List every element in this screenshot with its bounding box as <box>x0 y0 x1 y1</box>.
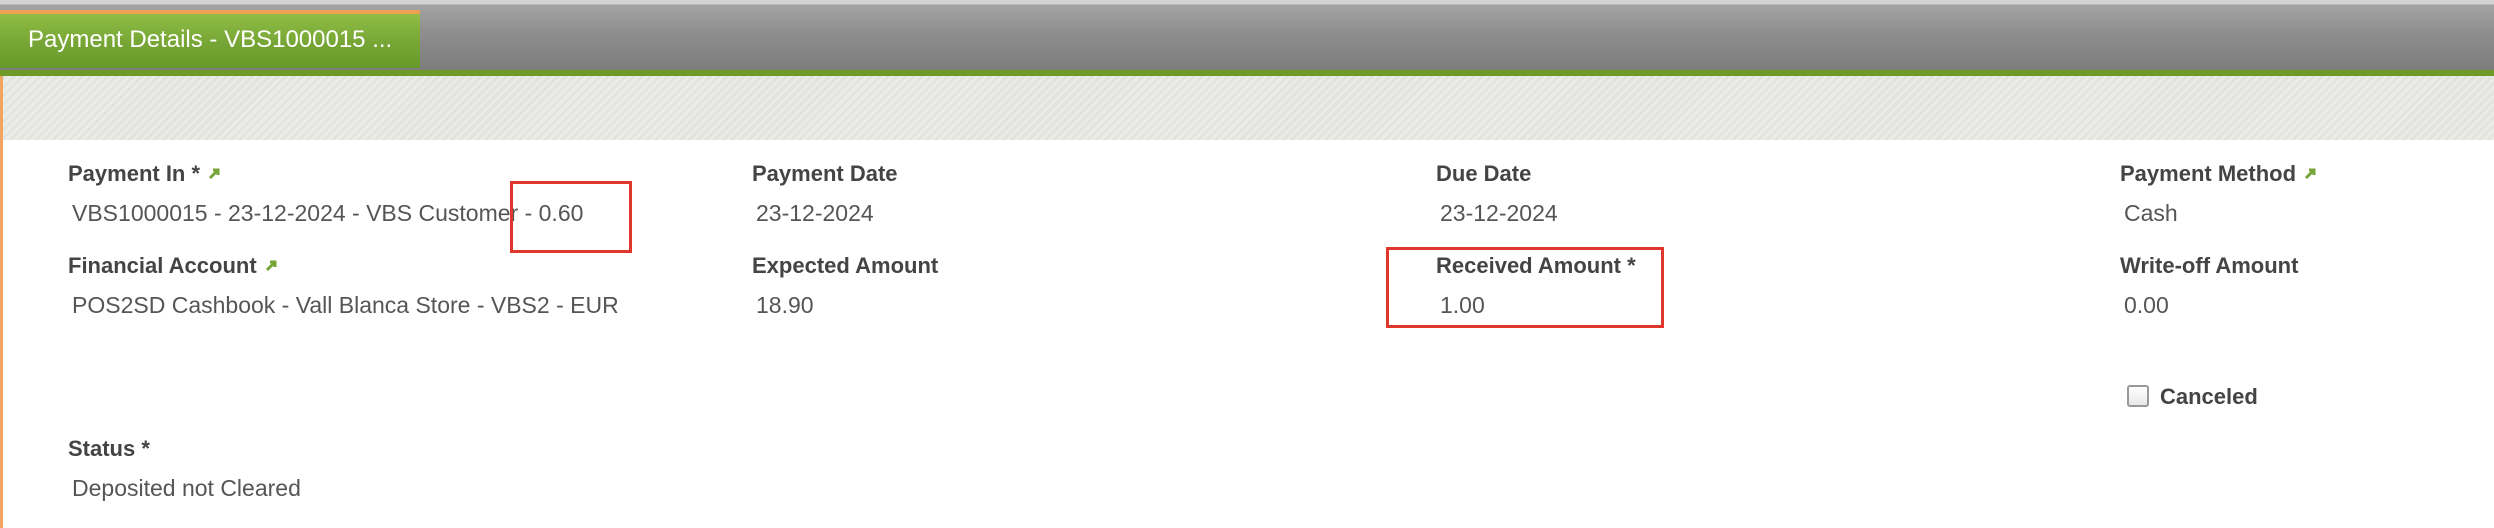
status-value[interactable]: Deposited not Cleared <box>72 475 301 502</box>
due-date-label: Due Date <box>1436 161 1532 186</box>
link-arrow-icon[interactable] <box>2304 166 2318 180</box>
left-edge-accent <box>0 76 3 528</box>
toolbar-strip <box>0 76 2494 140</box>
tab-payment-details[interactable]: Payment Details - VBS1000015 ... <box>0 10 420 68</box>
highlight-box-payment-amount <box>510 181 632 253</box>
canceled-checkbox[interactable] <box>2127 385 2149 407</box>
canceled-label: Canceled <box>2160 384 2258 409</box>
payment-method-label: Payment Method <box>2120 161 2318 187</box>
payment-in-label: Payment In * <box>68 161 222 187</box>
writeoff-amount-label: Write-off Amount <box>2120 253 2299 278</box>
payment-date-value[interactable]: 23-12-2024 <box>756 200 874 227</box>
link-arrow-icon[interactable] <box>208 166 222 180</box>
payment-method-value[interactable]: Cash <box>2124 200 2178 227</box>
expected-amount-value[interactable]: 18.90 <box>756 292 814 319</box>
payment-in-value[interactable]: VBS1000015 - 23-12-2024 - VBS Customer -… <box>72 200 583 227</box>
status-label: Status * <box>68 436 150 461</box>
expected-amount-label: Expected Amount <box>752 253 939 278</box>
financial-account-label: Financial Account <box>68 253 279 279</box>
highlight-box-received-amount <box>1386 247 1664 328</box>
financial-account-value[interactable]: POS2SD Cashbook - Vall Blanca Store - VB… <box>72 292 619 319</box>
due-date-value[interactable]: 23-12-2024 <box>1440 200 1558 227</box>
payment-date-label: Payment Date <box>752 161 898 186</box>
link-arrow-icon[interactable] <box>265 258 279 272</box>
writeoff-amount-value[interactable]: 0.00 <box>2124 292 2169 319</box>
